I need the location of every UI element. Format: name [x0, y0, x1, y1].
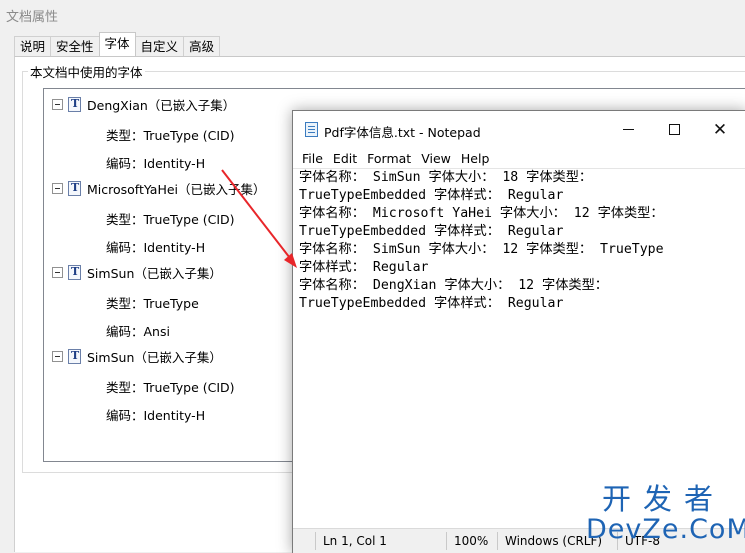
watermark-logo: 开发者 DevZe.CoM [586, 482, 745, 545]
annotation-arrow [221, 169, 297, 268]
arrow-line [221, 169, 294, 263]
tab-fonts[interactable]: 字体 [98, 32, 136, 56]
watermark-en: DevZe.CoM [586, 514, 745, 545]
watermark-cn: 开发者 [601, 482, 725, 516]
arrow-head [284, 253, 297, 268]
